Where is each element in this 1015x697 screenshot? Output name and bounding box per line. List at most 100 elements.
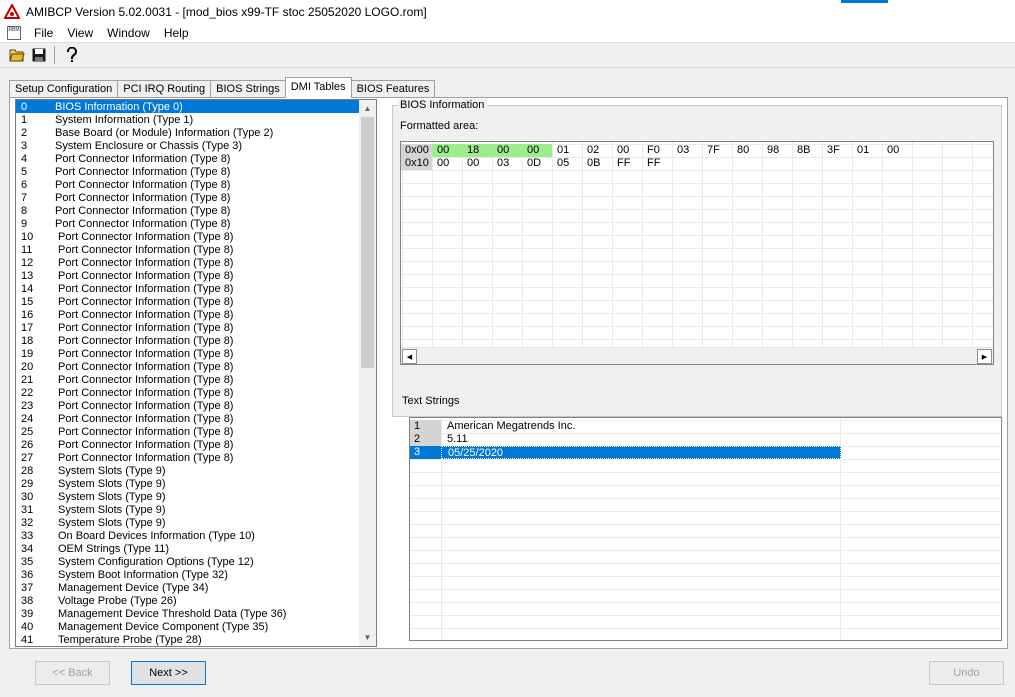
menu-help[interactable]: Help xyxy=(159,26,198,40)
tab-bios-strings[interactable]: BIOS Strings xyxy=(210,80,286,98)
list-item[interactable]: 29 System Slots (Type 9) xyxy=(16,477,361,490)
scroll-up-arrow-icon[interactable]: ▲ xyxy=(359,100,376,117)
save-button[interactable] xyxy=(28,44,50,66)
list-item[interactable]: 14 Port Connector Information (Type 8) xyxy=(16,282,361,295)
hex-byte-cell[interactable]: 8B xyxy=(792,144,822,157)
list-item[interactable]: 41 Temperature Probe (Type 28) xyxy=(16,633,361,646)
scroll-thumb[interactable] xyxy=(361,117,374,368)
string-value[interactable]: 5.11 xyxy=(441,433,841,446)
hex-byte-cell[interactable]: 01 xyxy=(852,144,882,157)
formatted-area-grid[interactable]: 0x00 00 18 00 00 01 02 00 F0 03 7F 80 98 8B 3F 01 00 0x10… xyxy=(400,141,994,365)
undo-button[interactable]: Undo xyxy=(929,661,1004,685)
list-item[interactable]: 19 Port Connector Information (Type 8) xyxy=(16,347,361,360)
list-item-label: Port Connector Information (Type 8) xyxy=(55,191,231,204)
list-item[interactable]: 32 System Slots (Type 9) xyxy=(16,516,361,529)
string-row[interactable]: 1 American Megatrends Inc. xyxy=(410,420,841,433)
hex-byte-cell[interactable]: 00 xyxy=(522,144,552,157)
list-item[interactable]: 36 System Boot Information (Type 32) xyxy=(16,568,361,581)
hex-byte-cell[interactable]: 00 xyxy=(882,144,912,157)
string-row[interactable]: 2 5.11 xyxy=(410,433,841,446)
hex-byte-cell[interactable]: 3F xyxy=(822,144,852,157)
tab-dmi-tables[interactable]: DMI Tables xyxy=(284,77,352,98)
list-item[interactable]: 0 BIOS Information (Type 0) xyxy=(16,100,361,113)
document-icon[interactable]: RBM xyxy=(7,26,21,40)
list-item[interactable]: 3 System Enclosure or Chassis (Type 3) xyxy=(16,139,361,152)
list-item[interactable]: 9 Port Connector Information (Type 8) xyxy=(16,217,361,230)
hex-byte-cell[interactable]: 00 xyxy=(612,144,642,157)
hex-byte-cell[interactable]: 18 xyxy=(462,144,492,157)
scroll-right-arrow-icon[interactable]: ▶ xyxy=(977,349,992,364)
list-item[interactable]: 18 Port Connector Information (Type 8) xyxy=(16,334,361,347)
list-item[interactable]: 23 Port Connector Information (Type 8) xyxy=(16,399,361,412)
list-item[interactable]: 11 Port Connector Information (Type 8) xyxy=(16,243,361,256)
scroll-down-arrow-icon[interactable]: ▼ xyxy=(359,629,376,646)
list-item[interactable]: 1 System Information (Type 1) xyxy=(16,113,361,126)
string-value[interactable]: 05/25/2020 xyxy=(441,446,841,459)
menu-view[interactable]: View xyxy=(62,26,102,40)
list-item[interactable]: 13 Port Connector Information (Type 8) xyxy=(16,269,361,282)
list-item[interactable]: 17 Port Connector Information (Type 8) xyxy=(16,321,361,334)
list-item[interactable]: 2 Base Board (or Module) Information (Typ… xyxy=(16,126,361,139)
list-scrollbar[interactable]: ▲ ▼ xyxy=(359,100,376,646)
tab-setup-configuration[interactable]: Setup Configuration xyxy=(9,80,119,98)
list-item[interactable]: 20 Port Connector Information (Type 8) xyxy=(16,360,361,373)
list-item[interactable]: 4 Port Connector Information (Type 8) xyxy=(16,152,361,165)
hex-byte-cell[interactable]: 05 xyxy=(552,157,582,170)
open-button[interactable] xyxy=(6,44,28,66)
list-item[interactable]: 24 Port Connector Information (Type 8) xyxy=(16,412,361,425)
list-item[interactable]: 37 Management Device (Type 34) xyxy=(16,581,361,594)
string-row[interactable]: 3 05/25/2020 xyxy=(410,446,841,459)
list-item[interactable]: 10 Port Connector Information (Type 8) xyxy=(16,230,361,243)
scroll-left-arrow-icon[interactable]: ◀ xyxy=(402,349,417,364)
hex-byte-cell[interactable]: 0B xyxy=(582,157,612,170)
hex-byte-cell[interactable]: 80 xyxy=(732,144,762,157)
menu-file[interactable]: File xyxy=(29,26,62,40)
list-item[interactable]: 16 Port Connector Information (Type 8) xyxy=(16,308,361,321)
hex-byte-cell[interactable]: 00 xyxy=(432,157,462,170)
list-item[interactable]: 25 Port Connector Information (Type 8) xyxy=(16,425,361,438)
hex-byte-cell[interactable]: 98 xyxy=(762,144,792,157)
tab-bios-features[interactable]: BIOS Features xyxy=(350,80,436,98)
list-item[interactable]: 34 OEM Strings (Type 11) xyxy=(16,542,361,555)
list-item[interactable]: 33 On Board Devices Information (Type 10) xyxy=(16,529,361,542)
hex-byte-cell[interactable]: 03 xyxy=(492,157,522,170)
next-button[interactable]: Next >> xyxy=(131,661,206,685)
hex-byte-cell[interactable]: 00 xyxy=(432,144,462,157)
menu-window[interactable]: Window xyxy=(102,26,159,40)
list-item[interactable]: 22 Port Connector Information (Type 8) xyxy=(16,386,361,399)
hex-byte-cell[interactable]: 00 xyxy=(492,144,522,157)
hex-byte-cell[interactable]: F0 xyxy=(642,144,672,157)
string-value[interactable]: American Megatrends Inc. xyxy=(441,420,841,433)
list-item[interactable]: 27 Port Connector Information (Type 8) xyxy=(16,451,361,464)
list-item[interactable]: 40 Management Device Component (Type 35) xyxy=(16,620,361,633)
hex-byte-cell[interactable]: 00 xyxy=(462,157,492,170)
list-item[interactable]: 38 Voltage Probe (Type 26) xyxy=(16,594,361,607)
dmi-table-list[interactable]: 0 BIOS Information (Type 0) 1 System Inform… xyxy=(15,99,377,647)
list-item[interactable]: 6 Port Connector Information (Type 8) xyxy=(16,178,361,191)
hex-byte-cell[interactable]: 7F xyxy=(702,144,732,157)
hex-byte-cell[interactable]: 0D xyxy=(522,157,552,170)
list-item[interactable]: 15 Port Connector Information (Type 8) xyxy=(16,295,361,308)
hex-byte-cell[interactable]: FF xyxy=(642,157,672,170)
grid-hscrollbar[interactable]: ◀ ▶ xyxy=(401,347,993,364)
list-item[interactable]: 26 Port Connector Information (Type 8) xyxy=(16,438,361,451)
help-button[interactable] xyxy=(61,44,83,66)
list-item[interactable]: 39 Management Device Threshold Data (Type… xyxy=(16,607,361,620)
hex-byte-cell[interactable]: FF xyxy=(612,157,642,170)
list-item[interactable]: 31 System Slots (Type 9) xyxy=(16,503,361,516)
list-item[interactable]: 35 System Configuration Options (Type 12) xyxy=(16,555,361,568)
hex-byte-cell[interactable]: 01 xyxy=(552,144,582,157)
hex-byte-cell[interactable]: 02 xyxy=(582,144,612,157)
list-item[interactable]: 7 Port Connector Information (Type 8) xyxy=(16,191,361,204)
hex-byte-cell[interactable]: 03 xyxy=(672,144,702,157)
string-index: 3 xyxy=(410,446,441,459)
tab-pci-irq-routing[interactable]: PCI IRQ Routing xyxy=(117,80,212,98)
text-strings-grid[interactable]: 1 American Megatrends Inc. 2 5.11 3 05/25/202… xyxy=(409,417,1002,641)
back-button[interactable]: << Back xyxy=(35,661,110,685)
list-item[interactable]: 28 System Slots (Type 9) xyxy=(16,464,361,477)
list-item[interactable]: 8 Port Connector Information (Type 8) xyxy=(16,204,361,217)
list-item[interactable]: 5 Port Connector Information (Type 8) xyxy=(16,165,361,178)
list-item[interactable]: 12 Port Connector Information (Type 8) xyxy=(16,256,361,269)
list-item[interactable]: 21 Port Connector Information (Type 8) xyxy=(16,373,361,386)
list-item[interactable]: 30 System Slots (Type 9) xyxy=(16,490,361,503)
